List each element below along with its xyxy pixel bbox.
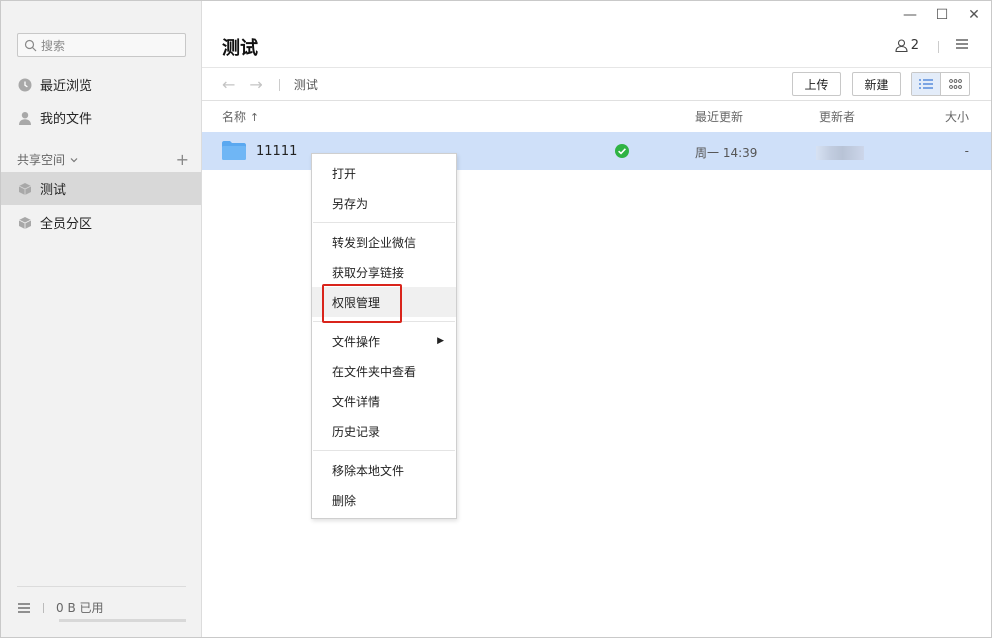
shared-space-header[interactable]: 共享空间 + — [17, 151, 189, 168]
column-header-name[interactable]: 名称 ↑ — [222, 108, 259, 125]
maximize-button[interactable]: ☐ — [935, 7, 949, 23]
column-header-updater[interactable]: 更新者 — [819, 108, 855, 125]
back-button[interactable]: ← — [222, 75, 235, 94]
menu-item-label: 获取分享链接 — [332, 265, 405, 280]
menu-separator — [313, 321, 455, 322]
box-icon — [17, 181, 32, 196]
menu-item-label: 文件操作 — [332, 334, 381, 349]
sort-ascending-icon: ↑ — [249, 111, 260, 124]
sidebar-item-label: 我的文件 — [40, 112, 93, 127]
upload-button[interactable]: 上传 — [792, 72, 841, 96]
header-separator — [938, 41, 939, 53]
members-button[interactable]: 2 — [895, 38, 919, 53]
box-icon — [17, 215, 32, 230]
footer-separator — [43, 602, 44, 613]
menu-item-label: 打开 — [332, 166, 357, 181]
person-icon — [895, 39, 908, 52]
grid-view-icon — [948, 79, 962, 89]
sidebar-item-label: 全员分区 — [40, 217, 93, 232]
clock-icon — [17, 77, 32, 92]
menu-item-label: 在文件夹中查看 — [332, 364, 417, 379]
context-menu: 打开 另存为 转发到企业微信 获取分享链接 权限管理 文件操作 ▶ 在文件夹中查… — [311, 153, 457, 519]
folder-icon — [222, 141, 246, 160]
page-title: 测试 — [222, 38, 258, 59]
member-count: 2 — [910, 38, 919, 53]
menu-item-label: 转发到企业微信 — [332, 235, 417, 250]
menu-item-show-in-folder[interactable]: 在文件夹中查看 — [312, 356, 456, 386]
sidebar: 搜索 最近浏览 我的文件 共享空间 + 测试 全员分区 0 B 已用 — [1, 1, 202, 637]
sidebar-item-space-all[interactable]: 全员分区 — [1, 206, 201, 239]
menu-item-history[interactable]: 历史记录 — [312, 416, 456, 446]
sidebar-item-recent[interactable]: 最近浏览 — [1, 68, 201, 101]
menu-item-share-link[interactable]: 获取分享链接 — [312, 257, 456, 287]
chevron-down-icon — [70, 157, 78, 162]
nav-toolbar: ← → 测试 — [222, 75, 318, 94]
close-button[interactable]: ✕ — [967, 7, 981, 23]
sidebar-item-label: 最近浏览 — [40, 79, 93, 94]
view-toggle — [911, 72, 970, 96]
updater-redacted — [816, 146, 864, 160]
menu-item-delete[interactable]: 删除 — [312, 485, 456, 515]
minimize-button[interactable]: — — [903, 7, 917, 23]
new-button[interactable]: 新建 — [852, 72, 901, 96]
search-input[interactable]: 搜索 — [17, 33, 186, 57]
menu-item-permissions[interactable]: 权限管理 — [312, 287, 456, 317]
divider — [202, 67, 991, 68]
breadcrumb[interactable]: 测试 — [294, 76, 318, 93]
toolbar-separator — [278, 78, 280, 91]
column-header-updated[interactable]: 最近更新 — [695, 108, 743, 125]
divider — [202, 100, 991, 101]
menu-item-remove-local[interactable]: 移除本地文件 — [312, 455, 456, 485]
list-view-icon — [919, 79, 933, 89]
window-controls: — ☐ ✕ — [903, 7, 981, 23]
menu-separator — [313, 222, 455, 223]
add-space-icon[interactable]: + — [176, 151, 189, 167]
storage-usage: 0 B 已用 — [56, 601, 104, 615]
search-placeholder: 搜索 — [41, 38, 66, 53]
menu-item-open[interactable]: 打开 — [312, 158, 456, 188]
menu-item-label: 另存为 — [332, 196, 369, 211]
sidebar-item-label: 测试 — [40, 183, 67, 198]
search-icon — [24, 39, 37, 51]
hamburger-menu-icon[interactable] — [17, 602, 31, 614]
storage-usage-bar — [59, 619, 186, 622]
file-size: - — [964, 144, 969, 158]
menu-item-label: 权限管理 — [332, 295, 381, 310]
sync-status-check-icon — [615, 144, 629, 158]
column-header-size[interactable]: 大小 — [945, 108, 969, 125]
menu-item-label: 移除本地文件 — [332, 463, 405, 478]
column-label: 名称 — [222, 110, 247, 124]
app-window: 搜索 最近浏览 我的文件 共享空间 + 测试 全员分区 0 B 已用 — ☐ ✕… — [0, 0, 992, 638]
menu-item-label: 历史记录 — [332, 424, 381, 439]
person-icon — [17, 110, 32, 125]
menu-item-forward-wecom[interactable]: 转发到企业微信 — [312, 227, 456, 257]
list-view-button[interactable] — [912, 73, 941, 95]
section-title: 共享空间 — [17, 153, 66, 167]
sidebar-item-space-test[interactable]: 测试 — [1, 172, 201, 205]
updated-time: 周一 14:39 — [695, 146, 758, 160]
file-name: 11111 — [256, 144, 298, 159]
menu-separator — [313, 450, 455, 451]
sidebar-footer: 0 B 已用 — [17, 599, 104, 616]
submenu-arrow-icon: ▶ — [437, 336, 444, 346]
menu-item-label: 文件详情 — [332, 394, 381, 409]
menu-item-label: 删除 — [332, 493, 357, 508]
forward-button[interactable]: → — [249, 75, 262, 94]
menu-item-save-as[interactable]: 另存为 — [312, 188, 456, 218]
grid-view-button[interactable] — [941, 73, 969, 95]
menu-item-file-operations[interactable]: 文件操作 ▶ — [312, 326, 456, 356]
menu-item-file-details[interactable]: 文件详情 — [312, 386, 456, 416]
more-menu-icon[interactable] — [955, 38, 969, 50]
sidebar-item-my-files[interactable]: 我的文件 — [1, 101, 201, 134]
